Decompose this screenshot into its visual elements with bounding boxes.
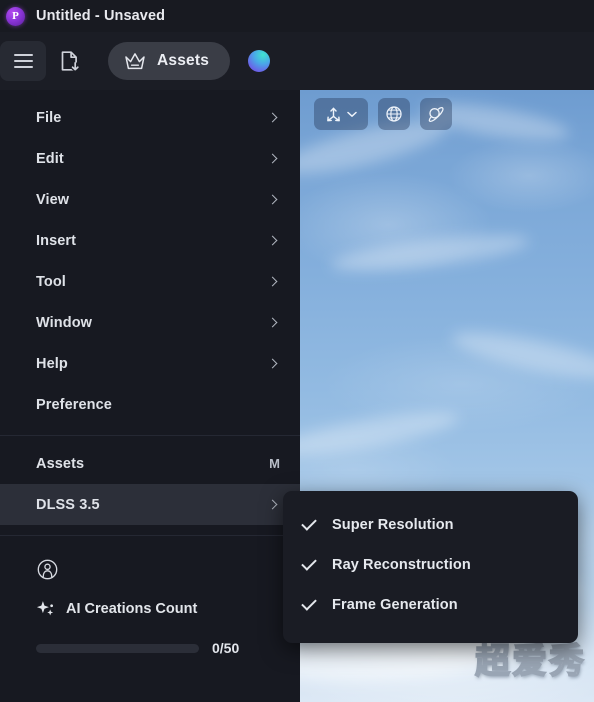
- cloud-wisp: [329, 228, 531, 278]
- cloud-wisp: [449, 323, 594, 388]
- check-icon: [301, 595, 317, 611]
- planet-tool-button[interactable]: [420, 98, 452, 130]
- dlss-submenu-panel: Super Resolution Ray Reconstruction Fram…: [283, 491, 578, 643]
- globe-icon: [385, 105, 403, 123]
- menu-item-label: Help: [36, 356, 68, 372]
- ai-credits-count: 0/50: [212, 640, 239, 656]
- window-title: Untitled - Unsaved: [36, 8, 165, 24]
- submenu-item-label: Frame Generation: [332, 597, 458, 613]
- menu-item-help[interactable]: Help: [0, 343, 300, 384]
- import-file-button[interactable]: [46, 41, 92, 81]
- sparkle-icon: [36, 599, 56, 619]
- menu-item-label: Preference: [36, 397, 112, 413]
- transform-tool-button[interactable]: [314, 98, 368, 130]
- chevron-right-icon: [268, 277, 278, 287]
- menu-item-label: Edit: [36, 151, 64, 167]
- menu-item-assets[interactable]: Assets M: [0, 443, 300, 484]
- transform-arrows-icon: [325, 106, 342, 123]
- assets-button[interactable]: Assets: [108, 42, 230, 80]
- submenu-item-frame-generation[interactable]: Frame Generation: [283, 585, 578, 625]
- ai-credits-progress-row: 0/50: [0, 640, 300, 656]
- chevron-right-icon: [268, 195, 278, 205]
- chevron-right-icon: [268, 500, 278, 510]
- ai-credits-progress-bar: [36, 644, 199, 653]
- chevron-right-icon: [268, 154, 278, 164]
- chevron-right-icon: [268, 113, 278, 123]
- hamburger-menu-icon: [14, 54, 33, 68]
- hamburger-menu-button[interactable]: [0, 41, 46, 81]
- menu-item-dlss[interactable]: DLSS 3.5: [0, 484, 300, 525]
- title-bar: P Untitled - Unsaved: [0, 0, 594, 32]
- menu-item-tool[interactable]: Tool: [0, 261, 300, 302]
- app-logo-letter: P: [12, 11, 19, 22]
- chevron-right-icon: [268, 236, 278, 246]
- menu-item-preference[interactable]: Preference: [0, 384, 300, 425]
- ai-credits-section: AI Creations Count 0/50: [0, 536, 300, 656]
- user-avatar[interactable]: [248, 50, 270, 72]
- menu-item-label: Window: [36, 315, 92, 331]
- chevron-down-icon[interactable]: [347, 111, 357, 118]
- ai-creations-row: AI Creations Count: [0, 592, 300, 626]
- menu-item-insert[interactable]: Insert: [0, 220, 300, 261]
- app-logo-icon: P: [6, 7, 25, 26]
- submenu-item-ray-reconstruction[interactable]: Ray Reconstruction: [283, 545, 578, 585]
- file-download-icon: [59, 50, 80, 72]
- app-window: P Untitled - Unsaved Assets: [0, 0, 594, 702]
- menu-item-label: View: [36, 192, 69, 208]
- menu-group-secondary: Assets M DLSS 3.5: [0, 436, 300, 525]
- menu-item-file[interactable]: File: [0, 97, 300, 138]
- crown-icon: [124, 52, 146, 71]
- menu-item-window[interactable]: Window: [0, 302, 300, 343]
- cloud-wisp: [300, 404, 461, 465]
- menu-item-label: DLSS 3.5: [36, 497, 100, 513]
- canvas-toolbar: [314, 98, 452, 130]
- assets-button-label: Assets: [157, 52, 209, 70]
- top-toolbar: Assets: [0, 32, 594, 90]
- menu-item-label: Assets: [36, 456, 84, 472]
- chevron-right-icon: [268, 318, 278, 328]
- chevron-right-icon: [268, 359, 278, 369]
- user-circle-icon: [36, 558, 59, 581]
- menu-item-label: Insert: [36, 233, 76, 249]
- planet-orbit-icon: [427, 105, 445, 123]
- submenu-item-label: Super Resolution: [332, 517, 454, 533]
- menu-item-view[interactable]: View: [0, 179, 300, 220]
- submenu-item-label: Ray Reconstruction: [332, 557, 471, 573]
- menu-item-edit[interactable]: Edit: [0, 138, 300, 179]
- submenu-item-super-resolution[interactable]: Super Resolution: [283, 505, 578, 545]
- ai-creations-label: AI Creations Count: [66, 601, 197, 617]
- globe-tool-button[interactable]: [378, 98, 410, 130]
- check-icon: [301, 515, 317, 531]
- main-menu-panel: File Edit View Insert Tool Window: [0, 90, 300, 702]
- account-row[interactable]: [0, 554, 300, 584]
- menu-item-label: File: [36, 110, 61, 126]
- menu-item-label: Tool: [36, 274, 66, 290]
- menu-group-primary: File Edit View Insert Tool Window: [0, 90, 300, 425]
- menu-item-shortcut: M: [269, 456, 280, 471]
- check-icon: [301, 555, 317, 571]
